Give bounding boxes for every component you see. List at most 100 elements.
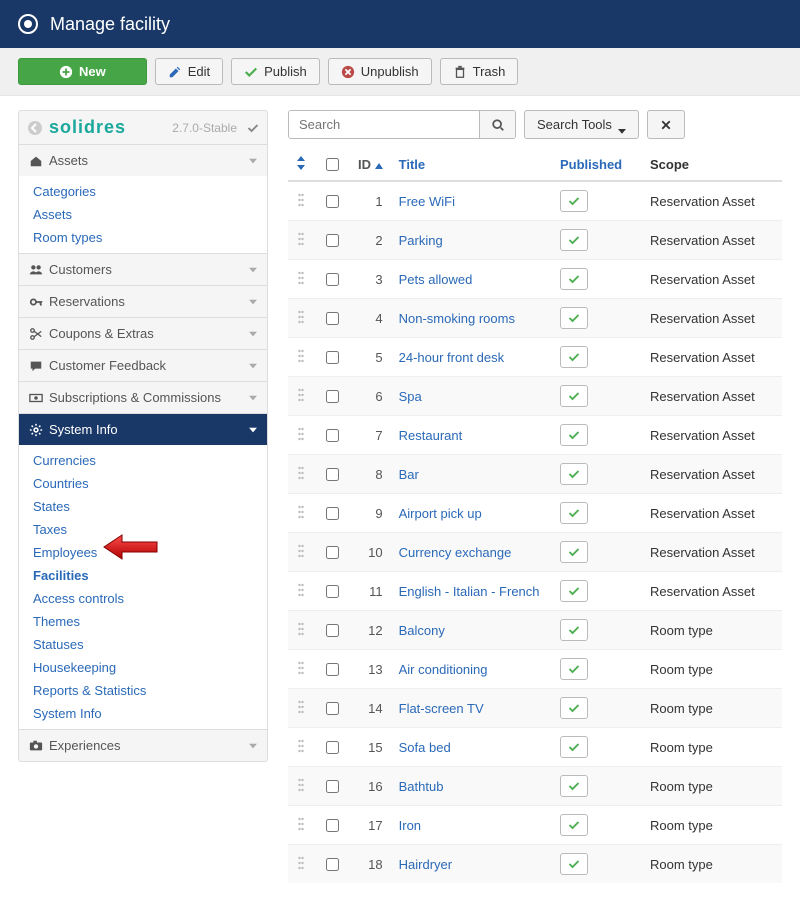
sidebar-item[interactable]: Reports & Statistics bbox=[19, 679, 267, 702]
search-tools-button[interactable]: Search Tools bbox=[524, 110, 639, 139]
sidebar-item[interactable]: Assets bbox=[19, 203, 267, 226]
published-toggle[interactable] bbox=[560, 385, 588, 407]
drag-handle-icon[interactable] bbox=[296, 349, 306, 365]
published-toggle[interactable] bbox=[560, 463, 588, 485]
published-toggle[interactable] bbox=[560, 346, 588, 368]
search-submit-button[interactable] bbox=[479, 111, 515, 138]
publish-button[interactable]: Publish bbox=[231, 58, 320, 85]
sidebar-item[interactable]: Room types bbox=[19, 226, 267, 249]
drag-handle-icon[interactable] bbox=[296, 505, 306, 521]
search-clear-button[interactable] bbox=[647, 110, 685, 139]
row-checkbox[interactable] bbox=[326, 468, 339, 481]
row-title-link[interactable]: 24-hour front desk bbox=[399, 350, 505, 365]
drag-handle-icon[interactable] bbox=[296, 388, 306, 404]
drag-handle-icon[interactable] bbox=[296, 232, 306, 248]
sidebar-group-coupons[interactable]: Coupons & Extras bbox=[19, 318, 267, 349]
column-scope[interactable]: Scope bbox=[642, 149, 782, 181]
sidebar-item[interactable]: States bbox=[19, 495, 267, 518]
row-title-link[interactable]: Iron bbox=[399, 818, 421, 833]
drag-handle-icon[interactable] bbox=[296, 466, 306, 482]
row-title-link[interactable]: Currency exchange bbox=[399, 545, 512, 560]
back-icon[interactable] bbox=[27, 120, 43, 136]
published-toggle[interactable] bbox=[560, 619, 588, 641]
published-toggle[interactable] bbox=[560, 502, 588, 524]
published-toggle[interactable] bbox=[560, 736, 588, 758]
published-toggle[interactable] bbox=[560, 541, 588, 563]
row-checkbox[interactable] bbox=[326, 702, 339, 715]
search-input[interactable] bbox=[289, 111, 479, 138]
sidebar-item[interactable]: Themes bbox=[19, 610, 267, 633]
row-checkbox[interactable] bbox=[326, 780, 339, 793]
row-title-link[interactable]: Free WiFi bbox=[399, 194, 455, 209]
row-title-link[interactable]: Balcony bbox=[399, 623, 445, 638]
sidebar-group-reservations[interactable]: Reservations bbox=[19, 286, 267, 317]
drag-handle-icon[interactable] bbox=[296, 817, 306, 833]
sidebar-item[interactable]: System Info bbox=[19, 702, 267, 725]
trash-button[interactable]: Trash bbox=[440, 58, 519, 85]
sidebar-item[interactable]: Employees bbox=[19, 541, 267, 564]
row-checkbox[interactable] bbox=[326, 507, 339, 520]
published-toggle[interactable] bbox=[560, 229, 588, 251]
row-checkbox[interactable] bbox=[326, 195, 339, 208]
edit-button[interactable]: Edit bbox=[155, 58, 223, 85]
sidebar-group-exp[interactable]: Experiences bbox=[19, 730, 267, 761]
row-title-link[interactable]: English - Italian - French bbox=[399, 584, 540, 599]
column-title[interactable]: Title bbox=[391, 149, 552, 181]
drag-handle-icon[interactable] bbox=[296, 193, 306, 209]
sidebar-item[interactable]: Facilities bbox=[19, 564, 267, 587]
row-title-link[interactable]: Restaurant bbox=[399, 428, 463, 443]
sidebar-group-customers[interactable]: Customers bbox=[19, 254, 267, 285]
sidebar-item[interactable]: Taxes bbox=[19, 518, 267, 541]
sidebar-group-assets[interactable]: Assets bbox=[19, 145, 267, 176]
published-toggle[interactable] bbox=[560, 424, 588, 446]
drag-handle-icon[interactable] bbox=[296, 856, 306, 872]
row-checkbox[interactable] bbox=[326, 585, 339, 598]
drag-handle-icon[interactable] bbox=[296, 661, 306, 677]
published-toggle[interactable] bbox=[560, 307, 588, 329]
drag-handle-icon[interactable] bbox=[296, 427, 306, 443]
column-id[interactable]: ID bbox=[350, 149, 391, 181]
row-title-link[interactable]: Non-smoking rooms bbox=[399, 311, 515, 326]
row-checkbox[interactable] bbox=[326, 546, 339, 559]
row-checkbox[interactable] bbox=[326, 858, 339, 871]
sidebar-item[interactable]: Access controls bbox=[19, 587, 267, 610]
sidebar-item[interactable]: Housekeeping bbox=[19, 656, 267, 679]
published-toggle[interactable] bbox=[560, 580, 588, 602]
row-title-link[interactable]: Airport pick up bbox=[399, 506, 482, 521]
row-checkbox[interactable] bbox=[326, 819, 339, 832]
sidebar-item[interactable]: Countries bbox=[19, 472, 267, 495]
drag-handle-icon[interactable] bbox=[296, 778, 306, 794]
drag-handle-icon[interactable] bbox=[296, 622, 306, 638]
drag-handle-icon[interactable] bbox=[296, 271, 306, 287]
row-title-link[interactable]: Spa bbox=[399, 389, 422, 404]
column-sort[interactable] bbox=[288, 149, 314, 181]
row-checkbox[interactable] bbox=[326, 741, 339, 754]
row-checkbox[interactable] bbox=[326, 312, 339, 325]
published-toggle[interactable] bbox=[560, 190, 588, 212]
column-select-all[interactable] bbox=[314, 149, 350, 181]
row-checkbox[interactable] bbox=[326, 234, 339, 247]
published-toggle[interactable] bbox=[560, 268, 588, 290]
row-title-link[interactable]: Hairdryer bbox=[399, 857, 452, 872]
row-checkbox[interactable] bbox=[326, 273, 339, 286]
column-published[interactable]: Published bbox=[552, 149, 642, 181]
unpublish-button[interactable]: Unpublish bbox=[328, 58, 432, 85]
row-title-link[interactable]: Bathtub bbox=[399, 779, 444, 794]
row-checkbox[interactable] bbox=[326, 390, 339, 403]
drag-handle-icon[interactable] bbox=[296, 310, 306, 326]
sidebar-item[interactable]: Categories bbox=[19, 180, 267, 203]
published-toggle[interactable] bbox=[560, 775, 588, 797]
drag-handle-icon[interactable] bbox=[296, 583, 306, 599]
row-title-link[interactable]: Sofa bed bbox=[399, 740, 451, 755]
row-title-link[interactable]: Pets allowed bbox=[399, 272, 473, 287]
row-title-link[interactable]: Parking bbox=[399, 233, 443, 248]
sidebar-item[interactable]: Currencies bbox=[19, 449, 267, 472]
sidebar-item[interactable]: Statuses bbox=[19, 633, 267, 656]
new-button[interactable]: New bbox=[18, 58, 147, 85]
published-toggle[interactable] bbox=[560, 814, 588, 836]
published-toggle[interactable] bbox=[560, 697, 588, 719]
row-title-link[interactable]: Bar bbox=[399, 467, 419, 482]
row-checkbox[interactable] bbox=[326, 624, 339, 637]
sidebar-group-subs[interactable]: Subscriptions & Commissions bbox=[19, 382, 267, 413]
published-toggle[interactable] bbox=[560, 853, 588, 875]
